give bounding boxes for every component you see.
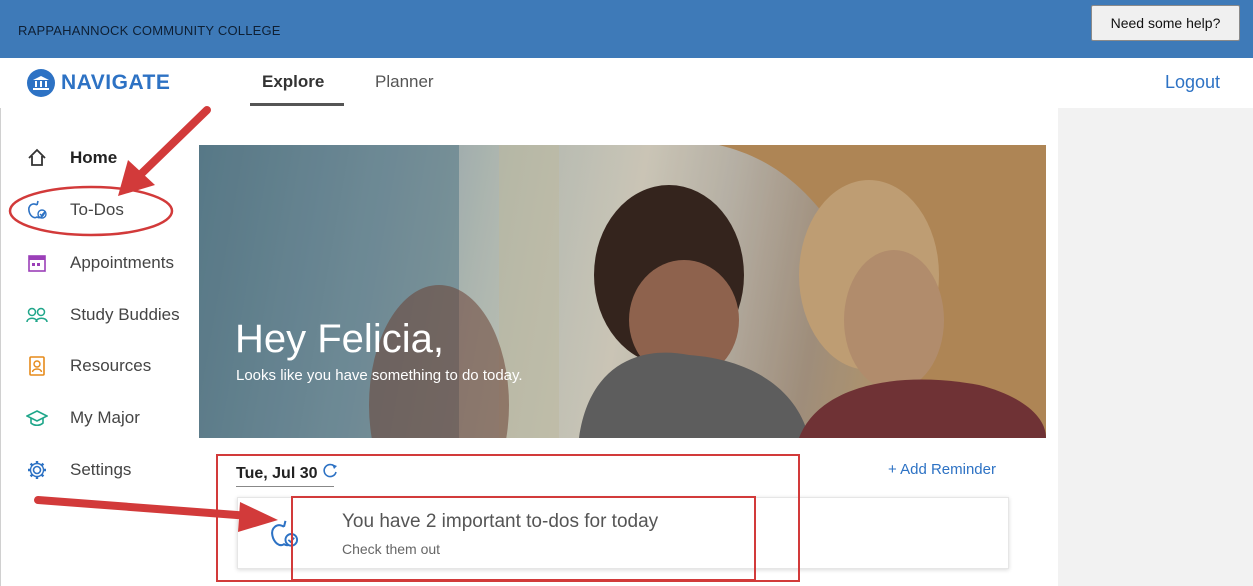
add-reminder-label: Add Reminder: [900, 461, 996, 478]
sidebar-item-label: Appointments: [70, 253, 174, 272]
right-gutter: [1058, 108, 1253, 586]
sidebar-item-settings[interactable]: Settings: [24, 458, 131, 482]
sidebar-item-label: My Major: [70, 408, 140, 427]
sidebar-item-resources[interactable]: Resources: [24, 354, 151, 378]
logo-text: NAVIGATE: [61, 71, 171, 94]
apple-check-icon: [24, 198, 50, 222]
college-name: RAPPAHANNOCK COMMUNITY COLLEGE: [18, 23, 281, 38]
sidebar-item-home[interactable]: Home: [24, 146, 117, 170]
plus-icon: +: [888, 461, 897, 478]
top-header: RAPPAHANNOCK COMMUNITY COLLEGE Need some…: [0, 0, 1253, 58]
sidebar-item-label: Home: [70, 148, 118, 167]
todo-card-title[interactable]: You have 2 important to-dos for today: [342, 511, 658, 533]
sidebar-item-my-major[interactable]: My Major: [24, 406, 140, 430]
sidebar-item-study-buddies[interactable]: Study Buddies: [24, 303, 180, 327]
hero-photo: [199, 145, 1046, 438]
help-button[interactable]: Need some help?: [1091, 5, 1240, 41]
contact-book-icon: [24, 354, 50, 378]
tab-planner[interactable]: Planner: [375, 72, 434, 92]
sidebar-item-label: Settings: [70, 460, 132, 479]
logout-link[interactable]: Logout: [1165, 72, 1220, 93]
institution-icon: [27, 69, 55, 97]
date-label: Tue, Jul 30: [236, 464, 318, 482]
hero-banner: Hey Felicia, Looks like you have somethi…: [199, 145, 1046, 438]
home-icon: [24, 146, 50, 170]
hero-greeting: Hey Felicia,: [235, 317, 444, 361]
nav-bar: NAVIGATE Explore Planner Logout: [0, 58, 1253, 108]
add-reminder-link[interactable]: + Add Reminder: [888, 461, 996, 478]
active-tab-indicator: [250, 103, 344, 106]
todo-card[interactable]: [237, 497, 1009, 569]
refresh-icon[interactable]: [322, 463, 338, 484]
tab-explore[interactable]: Explore: [262, 72, 324, 92]
todo-card-subtitle[interactable]: Check them out: [342, 541, 440, 557]
navigate-logo[interactable]: NAVIGATE: [27, 69, 170, 97]
sidebar-item-appointments[interactable]: Appointments: [24, 251, 174, 275]
people-icon: [24, 303, 50, 327]
gear-icon: [24, 458, 50, 482]
sidebar-item-label: Study Buddies: [70, 305, 180, 324]
apple-check-icon: [268, 518, 300, 555]
hero-subtitle: Looks like you have something to do toda…: [236, 367, 523, 384]
graduation-cap-icon: [24, 406, 50, 430]
today-date: Tue, Jul 30: [236, 463, 338, 484]
calendar-icon: [24, 251, 50, 275]
sidebar-item-todos[interactable]: To-Dos: [24, 198, 124, 222]
sidebar-item-label: To-Dos: [70, 200, 124, 219]
date-underline: [236, 486, 334, 487]
sidebar-item-label: Resources: [70, 356, 152, 375]
